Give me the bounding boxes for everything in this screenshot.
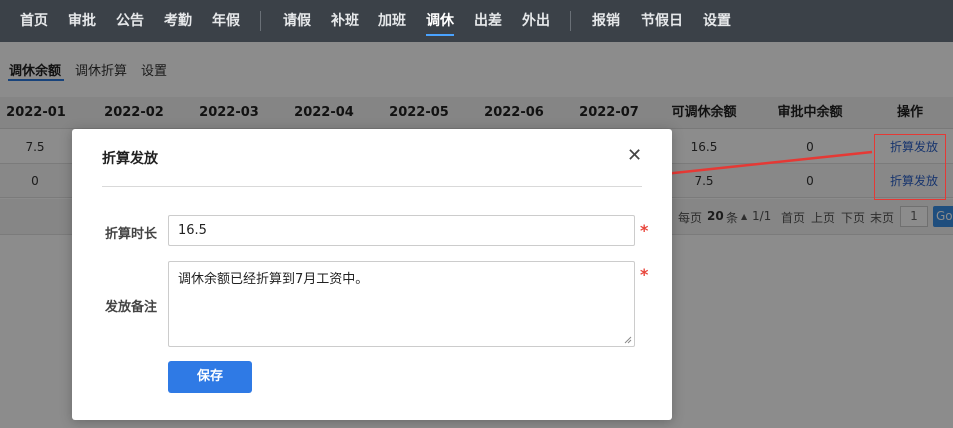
- note-label: 发放备注: [105, 300, 158, 315]
- required-marker: *: [640, 265, 649, 284]
- annotation-highlight-box: [874, 134, 946, 200]
- nav-divider: [570, 11, 571, 31]
- nav-item-holidays[interactable]: 节假日: [641, 0, 683, 42]
- nav-item-reimbursement[interactable]: 报销: [592, 0, 620, 42]
- nav-active-underline: [426, 34, 454, 36]
- top-nav: 首页 审批 公告 考勤 年假 请假 补班 加班 调休 出差 外出 报销 节假日 …: [0, 0, 953, 42]
- nav-item-approval[interactable]: 审批: [68, 0, 96, 42]
- nav-item-business-trip[interactable]: 出差: [474, 0, 502, 42]
- note-textarea[interactable]: 调休余额已经折算到7月工资中。: [168, 261, 635, 347]
- dialog-divider: [102, 186, 642, 187]
- nav-item-annual-leave[interactable]: 年假: [212, 0, 240, 42]
- dialog-title: 折算发放: [102, 151, 158, 167]
- nav-item-overtime[interactable]: 加班: [378, 0, 406, 42]
- duration-input[interactable]: 16.5: [168, 215, 635, 246]
- nav-item-leave[interactable]: 请假: [283, 0, 311, 42]
- nav-item-makeup-shift[interactable]: 补班: [331, 0, 359, 42]
- close-icon[interactable]: ✕: [627, 145, 642, 166]
- required-marker: *: [640, 221, 649, 240]
- nav-item-announcement[interactable]: 公告: [116, 0, 144, 42]
- resize-handle-icon[interactable]: [624, 336, 632, 344]
- nav-item-settings[interactable]: 设置: [703, 0, 731, 42]
- note-text: 调休余额已经折算到7月工资中。: [178, 272, 369, 287]
- nav-item-home[interactable]: 首页: [20, 0, 48, 42]
- nav-item-attendance[interactable]: 考勤: [164, 0, 192, 42]
- nav-item-outing[interactable]: 外出: [522, 0, 550, 42]
- nav-divider: [260, 11, 261, 31]
- duration-label: 折算时长: [105, 227, 158, 242]
- convert-issue-dialog: 折算发放 ✕ 折算时长 16.5 * 发放备注 调休余额已经折算到7月工资中。 …: [72, 129, 672, 420]
- save-button[interactable]: 保存: [168, 361, 252, 393]
